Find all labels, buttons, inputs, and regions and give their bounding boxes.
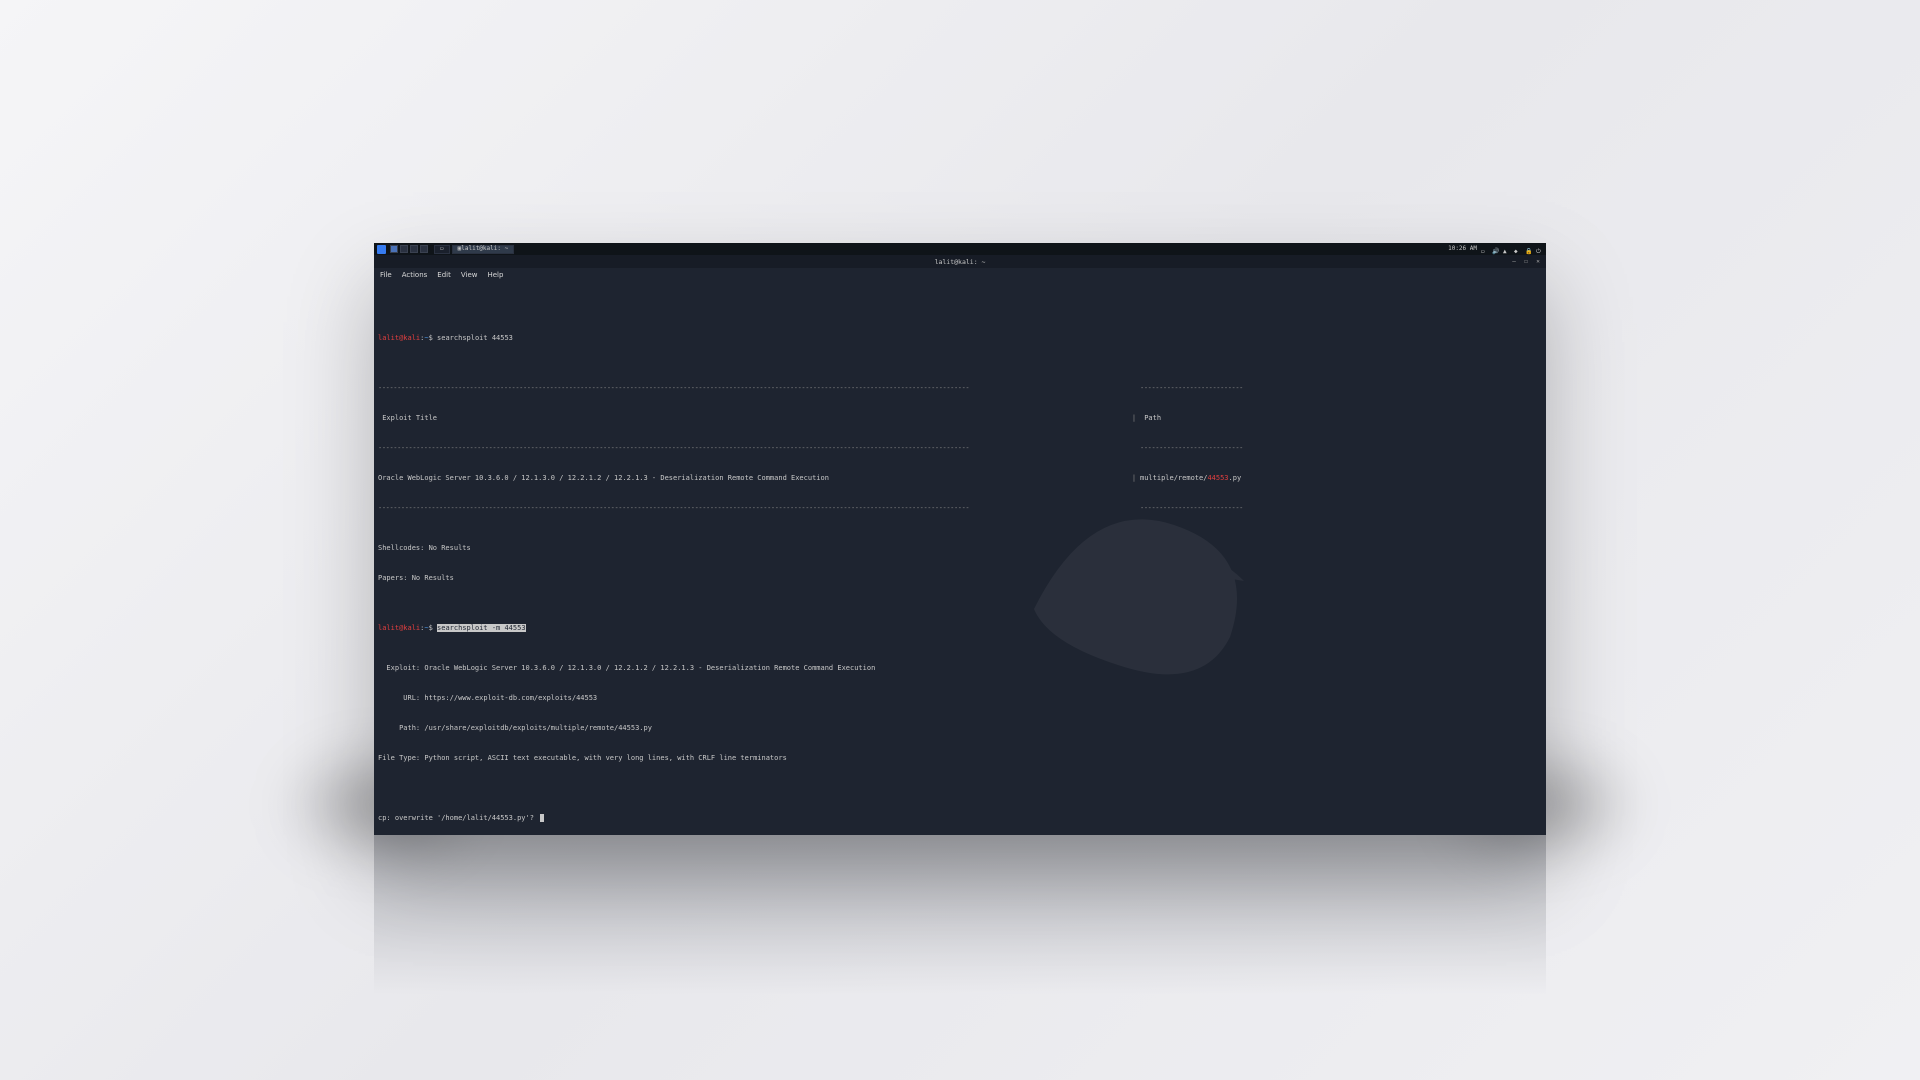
exploit-line: Exploit: Oracle WebLogic Server 10.3.6.0… [378,663,1542,673]
prompt-user: lalit@kali [378,334,420,342]
table-hr-top: ----------------------------------------… [378,383,1542,393]
network-icon[interactable]: ◆ [1514,246,1521,253]
papers-line: Papers: No Results [378,573,1542,583]
result-title: Oracle WebLogic Server 10.3.6.0 / 12.1.3… [378,473,1128,483]
minimize-button[interactable]: — [1510,258,1518,265]
prompt-line-1: lalit@kali:~$ searchsploit 44553 [378,333,1542,343]
desktop-reflection [374,835,1546,1035]
menu-file[interactable]: File [380,271,392,279]
clock-label[interactable]: 10:26 AM [1448,243,1477,255]
menu-actions[interactable]: Actions [402,271,428,279]
table-hr-mid: ----------------------------------------… [378,443,1542,453]
display-icon[interactable]: ▭ [1481,246,1488,253]
terminal-body[interactable]: lalit@kali:~$ searchsploit 44553 -------… [374,281,1546,835]
command-2-selected: searchsploit -m 44553 [437,624,526,632]
table-hr-bot: ----------------------------------------… [378,503,1542,513]
filetype-line: File Type: Python script, ASCII text exe… [378,753,1542,763]
workspace-1[interactable] [390,245,398,253]
taskbar-terminal-button[interactable]: ▣ lalit@kali: ~ [452,245,515,254]
taskbar: ▭ ▣ lalit@kali: ~ 10:26 AM ▭ 🔊 ▲ ◆ 🔒 ⏻ [374,243,1546,255]
system-tray: 10:26 AM ▭ 🔊 ▲ ◆ 🔒 ⏻ [1448,243,1543,255]
path-line: Path: /usr/share/exploitdb/exploits/mult… [378,723,1542,733]
window-controls: — ☐ ✕ [1510,258,1542,265]
table-header: Exploit Title| Path [378,413,1542,423]
command-1: searchsploit 44553 [437,334,513,342]
table-header-path: Path [1140,413,1542,423]
workspace-switcher[interactable] [390,245,428,253]
notifications-icon[interactable]: ▲ [1503,246,1510,253]
close-button[interactable]: ✕ [1534,258,1542,265]
menubar: File Actions Edit View Help [374,268,1546,281]
maximize-button[interactable]: ☐ [1522,258,1530,265]
url-line: URL: https://www.exploit-db.com/exploits… [378,693,1542,703]
menu-view[interactable]: View [461,271,478,279]
lock-icon[interactable]: 🔒 [1525,246,1532,253]
table-header-title: Exploit Title [378,413,1128,423]
desktop-window: ▭ ▣ lalit@kali: ~ 10:26 AM ▭ 🔊 ▲ ◆ 🔒 ⏻ l… [374,243,1546,835]
kali-logo-icon[interactable] [377,245,386,254]
taskbar-terminal-label: lalit@kali: ~ [461,243,508,255]
window-title: lalit@kali: ~ [935,258,986,266]
result-path: multiple/remote/44553.py [1140,473,1542,483]
cursor-icon [540,814,544,822]
blank-line [378,783,1542,793]
table-row: Oracle WebLogic Server 10.3.6.0 / 12.1.3… [378,473,1542,483]
workspace-3[interactable] [410,245,418,253]
workspace-2[interactable] [400,245,408,253]
power-icon[interactable]: ⏻ [1536,246,1543,253]
prompt-line-2: lalit@kali:~$ searchsploit -m 44553 [378,623,1542,633]
volume-icon[interactable]: 🔊 [1492,246,1499,253]
workspace-4[interactable] [420,245,428,253]
taskbar-files-button[interactable]: ▭ [434,245,450,254]
menu-help[interactable]: Help [487,271,503,279]
menu-edit[interactable]: Edit [437,271,451,279]
window-titlebar[interactable]: lalit@kali: ~ — ☐ ✕ [374,255,1546,268]
cp-prompt-line: cp: overwrite '/home/lalit/44553.py'? [378,813,1542,823]
shellcodes-line: Shellcodes: No Results [378,543,1542,553]
prompt-sym: $ [429,334,433,342]
